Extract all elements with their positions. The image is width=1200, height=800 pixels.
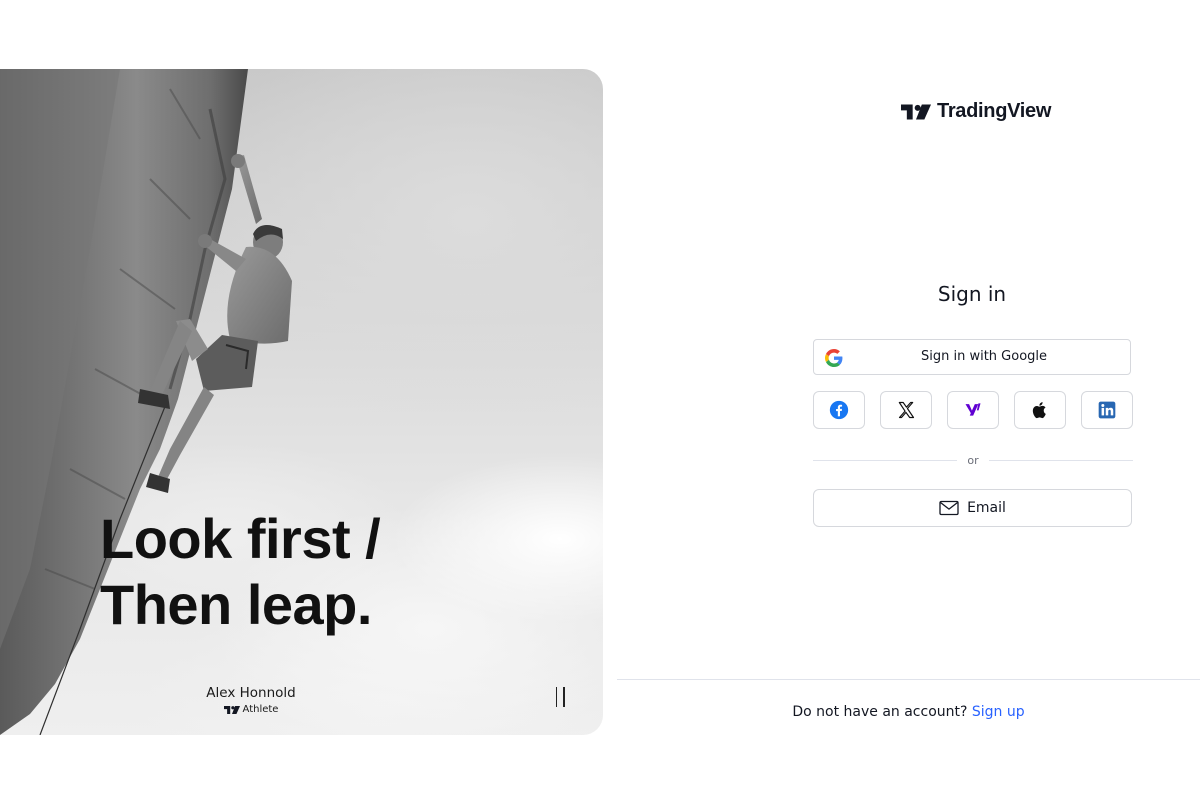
- yahoo-icon: [965, 403, 981, 416]
- divider-label: or: [967, 453, 979, 467]
- google-signin-button[interactable]: Sign in with Google: [813, 339, 1131, 375]
- footer-divider: [617, 679, 1200, 680]
- google-signin-label: Sign in with Google: [920, 349, 1048, 364]
- x-signin-button[interactable]: [880, 391, 932, 429]
- apple-signin-button[interactable]: [1014, 391, 1066, 429]
- apple-icon: [1032, 402, 1046, 419]
- pause-button[interactable]: [550, 685, 570, 709]
- facebook-signin-button[interactable]: [813, 391, 865, 429]
- envelope-icon: [939, 500, 959, 516]
- signup-prompt: Do not have an account? Sign up: [617, 704, 1200, 720]
- pause-icon-bar: [563, 687, 565, 707]
- athlete-caption: Alex Honnold Athlete: [192, 684, 310, 715]
- linkedin-signin-button[interactable]: [1081, 391, 1133, 429]
- hero-panel: Look first / Then leap. Alex Honnold Ath…: [0, 69, 603, 735]
- tradingview-logo-icon: [223, 705, 240, 714]
- divider-line-right: [988, 459, 1134, 461]
- hero-headline-line-1: Look first /: [100, 507, 381, 570]
- signup-link[interactable]: Sign up: [972, 704, 1025, 720]
- divider-line-left: [813, 459, 958, 461]
- tradingview-logo-icon: [901, 104, 931, 119]
- brand-name: TradingView: [937, 100, 1052, 122]
- hero-headline: Look first / Then leap.: [100, 506, 381, 638]
- brand-logo[interactable]: TradingView: [901, 100, 1051, 123]
- sign-in-page: Look first / Then leap. Alex Honnold Ath…: [0, 0, 1200, 800]
- yahoo-signin-button[interactable]: [947, 391, 999, 429]
- linkedin-icon: [1098, 401, 1116, 419]
- hero-headline-line-2: Then leap.: [100, 573, 372, 636]
- athlete-role: Athlete: [192, 704, 310, 715]
- x-icon: [898, 401, 915, 419]
- social-signin-row: [813, 391, 1133, 429]
- signup-prompt-text: Do not have an account?: [792, 704, 968, 720]
- pause-icon: [555, 687, 557, 707]
- email-signin-button[interactable]: Email: [813, 489, 1132, 527]
- or-divider: or: [813, 452, 1134, 468]
- athlete-name: Alex Honnold: [206, 685, 296, 701]
- page-title: Sign in: [937, 282, 1007, 306]
- athlete-role-label: Athlete: [242, 704, 279, 715]
- email-signin-label: Email: [967, 500, 1006, 516]
- facebook-icon: [829, 400, 849, 420]
